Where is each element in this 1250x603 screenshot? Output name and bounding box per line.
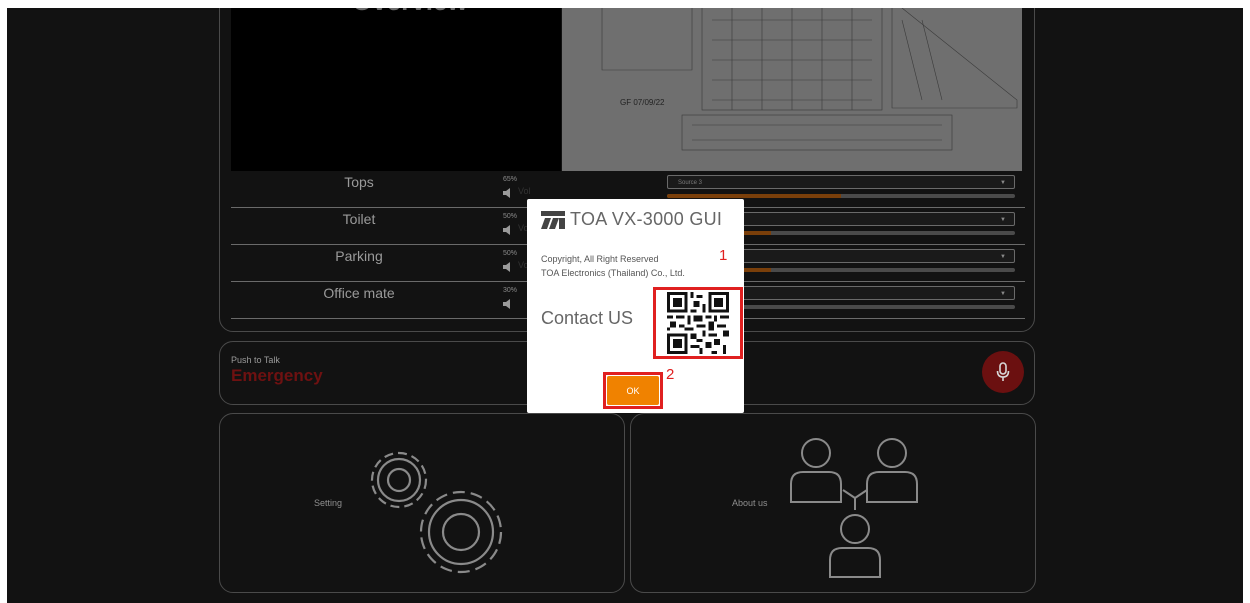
overview-title: Overview [352, 8, 468, 17]
speaker-icon[interactable] [503, 188, 515, 198]
about-dialog: TOA VX-3000 GUI 1 Copyright, All Right R… [527, 199, 744, 413]
vol-label: Vol [518, 186, 531, 196]
contact-us-label: Contact US [541, 308, 634, 328]
speaker-icon[interactable] [503, 225, 515, 235]
annotation-2: 2 [666, 366, 675, 383]
chevron-down-icon: ▼ [1000, 254, 1006, 260]
zone-name: Toilet [342, 211, 376, 227]
copyright-line-2: TOA Electronics (Thailand) Co., Ltd. [541, 268, 685, 278]
zone-volume: 65% [503, 176, 518, 183]
qr-code-highlight [653, 287, 743, 359]
zone-source-select[interactable]: Source 3 ▼ [667, 175, 1015, 189]
dialog-title: TOA VX-3000 GUI [570, 209, 723, 229]
zone-name: Parking [335, 248, 383, 264]
setting-label: Setting [314, 498, 343, 508]
people-icon [790, 438, 918, 578]
mic-icon [996, 362, 1010, 381]
speaker-icon[interactable] [503, 262, 515, 272]
mic-button[interactable] [982, 351, 1024, 393]
floor-plan-drawing [562, 8, 1022, 171]
copyright-text: Copyright, All Right Reserved TOA Electr… [541, 252, 685, 280]
gears-icon [370, 451, 503, 574]
zone-name: Tops [344, 174, 374, 190]
qr-code-icon[interactable] [667, 292, 729, 354]
ok-button[interactable]: OK [607, 376, 659, 405]
overview-panel [231, 8, 561, 171]
zone-level-bar[interactable] [667, 194, 1015, 198]
zone-volume: 30% [503, 287, 518, 294]
chevron-down-icon: ▼ [1000, 217, 1006, 223]
chevron-down-icon: ▼ [1000, 291, 1006, 297]
zone-name: Office mate [323, 285, 395, 301]
annotation-1: 1 [719, 247, 728, 264]
push-to-talk-label: Push to Talk [231, 355, 280, 365]
chevron-down-icon: ▼ [1000, 180, 1006, 186]
floor-plan-map[interactable]: GF 07/09/22 [562, 8, 1022, 171]
zone-volume: 50% [503, 213, 518, 220]
toa-logo-icon [541, 211, 565, 229]
zone-source-value: Source 3 [678, 180, 703, 186]
about-us-label: About us [732, 498, 768, 508]
copyright-line-1: Copyright, All Right Reserved [541, 254, 659, 264]
map-label: GF 07/09/22 [620, 98, 665, 107]
emergency-label: Emergency [231, 366, 323, 385]
speaker-icon[interactable] [503, 299, 515, 309]
zone-volume: 50% [503, 250, 518, 257]
